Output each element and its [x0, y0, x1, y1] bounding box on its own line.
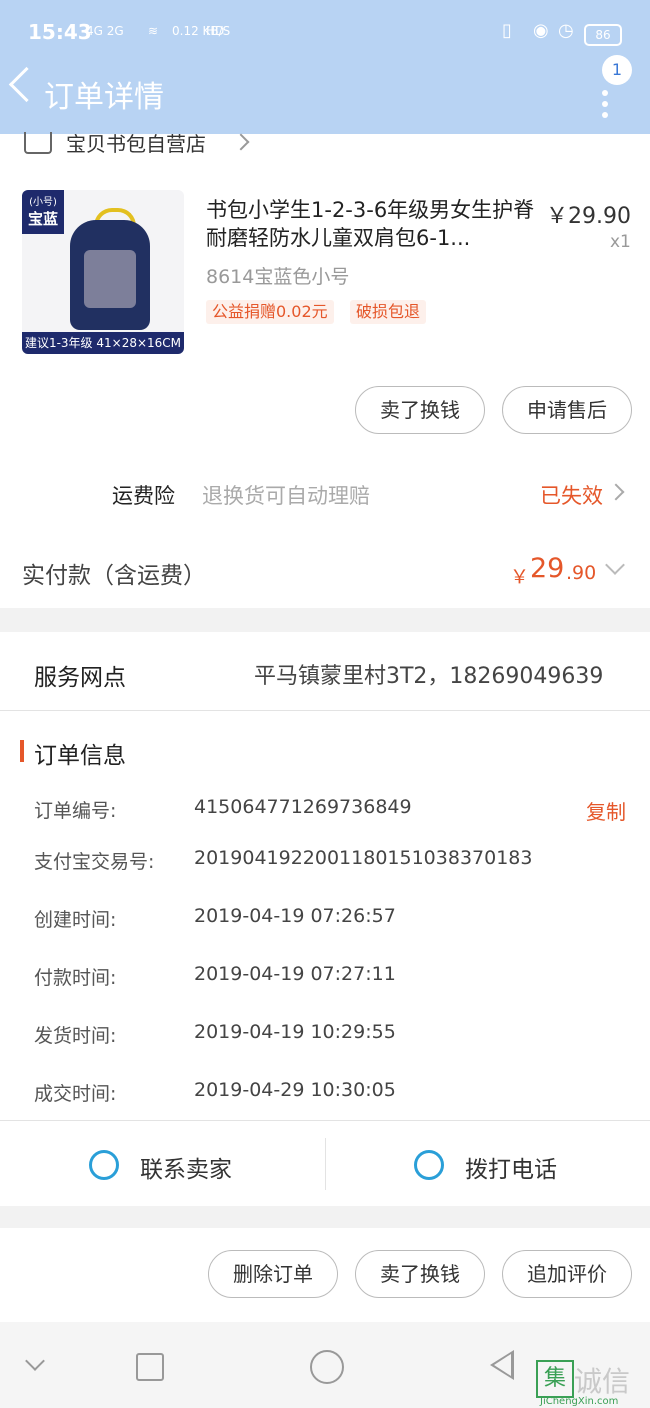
completed-time-label: 成交时间: — [34, 1083, 117, 1105]
section-divider — [0, 1206, 650, 1228]
nav-back-icon-inner — [494, 1354, 511, 1376]
paid-label: 实付款（含运费） — [22, 563, 206, 589]
product-price: ￥29.90 — [546, 204, 631, 229]
completed-time-value: 2019-04-29 10:30:05 — [194, 1079, 396, 1101]
shop-name[interactable]: 宝贝书包自营店 — [66, 128, 206, 157]
aftersale-button[interactable]: 申请售后 — [502, 386, 632, 434]
thumb-caption: 建议1-3年级 41×28×16CM — [22, 332, 184, 354]
product-thumbnail[interactable]: (小号) 宝蓝 建议1-3年级 41×28×16CM — [22, 190, 184, 354]
insurance-desc: 退换货可自动理赔 — [202, 484, 370, 508]
backpack-panel — [84, 250, 136, 308]
thumb-color-tag: (小号) 宝蓝 — [22, 190, 64, 234]
watermark-logo: 集 — [536, 1360, 574, 1398]
notification-badge[interactable]: 1 — [602, 55, 632, 85]
alarm-icon: ◷ — [558, 20, 574, 41]
shipped-time-label: 发货时间: — [34, 1025, 117, 1047]
phone-icon[interactable] — [414, 1150, 444, 1180]
product-title[interactable]: 书包小学生1-2-3-6年级男女生护脊耐磨轻防水儿童双肩包6-1... — [206, 196, 536, 252]
sell-item-button[interactable]: 卖了换钱 — [355, 386, 485, 434]
paid-time-value: 2019-04-19 07:27:11 — [194, 963, 396, 985]
order-number-label: 订单编号: — [34, 800, 117, 822]
alipay-id-value: 2019041922001180151038370183 — [194, 847, 533, 869]
tag-damage-return: 破损包退 — [350, 300, 427, 324]
network-indicator: 4G 2G — [86, 24, 124, 38]
watermark-url: JiChengXin.com — [540, 1396, 619, 1407]
alipay-id-label: 支付宝交易号: — [34, 851, 155, 873]
paid-currency: ￥ — [510, 566, 530, 588]
page-title: 订单详情 — [44, 80, 164, 115]
order-info-title: 订单信息 — [34, 743, 126, 769]
delete-order-button[interactable]: 删除订单 — [208, 1250, 338, 1298]
copy-button[interactable]: 复制 — [586, 796, 626, 825]
paid-amount-decimal: .90 — [566, 562, 597, 584]
chevron-right-icon[interactable] — [232, 133, 250, 151]
paid-amount: 29 — [530, 553, 565, 584]
thumb-tag-big: 宝蓝 — [27, 210, 58, 228]
watermark-text: 诚信 — [574, 1365, 631, 1398]
thumb-tag-small: (小号) — [29, 197, 57, 208]
chat-icon[interactable] — [89, 1150, 119, 1180]
hd-indicator: HD — [206, 24, 225, 38]
tag-donation: 公益捐赠0.02元 — [206, 300, 334, 324]
lock-icon: ◉ — [533, 20, 549, 41]
shop-icon — [24, 132, 52, 154]
divider — [0, 1120, 650, 1121]
product-quantity: x1 — [610, 232, 631, 252]
wifi-icon: ≋ — [148, 24, 159, 38]
sell-button[interactable]: 卖了换钱 — [355, 1250, 485, 1298]
call-button[interactable]: 拨打电话 — [465, 1150, 557, 1184]
service-point-value: 平马镇蒙里村3T2，18269049639 — [254, 664, 604, 689]
insurance-status[interactable]: 已失效 — [540, 480, 603, 510]
more-menu-icon[interactable] — [602, 90, 608, 123]
vibrate-icon: ▯ — [502, 20, 512, 41]
service-point-label: 服务网点 — [34, 665, 126, 691]
chevron-right-icon[interactable] — [607, 483, 625, 501]
nav-home-icon[interactable] — [310, 1350, 344, 1384]
product-sku: 8614宝蓝色小号 — [206, 266, 350, 288]
nav-recents-icon[interactable] — [136, 1353, 164, 1381]
order-number-value: 415064771269736849 — [194, 796, 412, 818]
chevron-down-icon[interactable] — [605, 555, 625, 575]
insurance-label: 运费险 — [112, 484, 175, 508]
battery-indicator: 86 — [584, 24, 622, 46]
section-accent-bar — [20, 740, 24, 762]
contact-seller-button[interactable]: 联系卖家 — [140, 1150, 232, 1184]
vertical-divider — [325, 1138, 326, 1190]
created-time-value: 2019-04-19 07:26:57 — [194, 905, 396, 927]
section-divider — [0, 608, 650, 632]
paid-time-label: 付款时间: — [34, 967, 117, 989]
divider — [0, 710, 650, 711]
add-review-button[interactable]: 追加评价 — [502, 1250, 632, 1298]
shipped-time-value: 2019-04-19 10:29:55 — [194, 1021, 396, 1043]
status-time: 15:43 — [28, 20, 92, 44]
created-time-label: 创建时间: — [34, 909, 117, 931]
